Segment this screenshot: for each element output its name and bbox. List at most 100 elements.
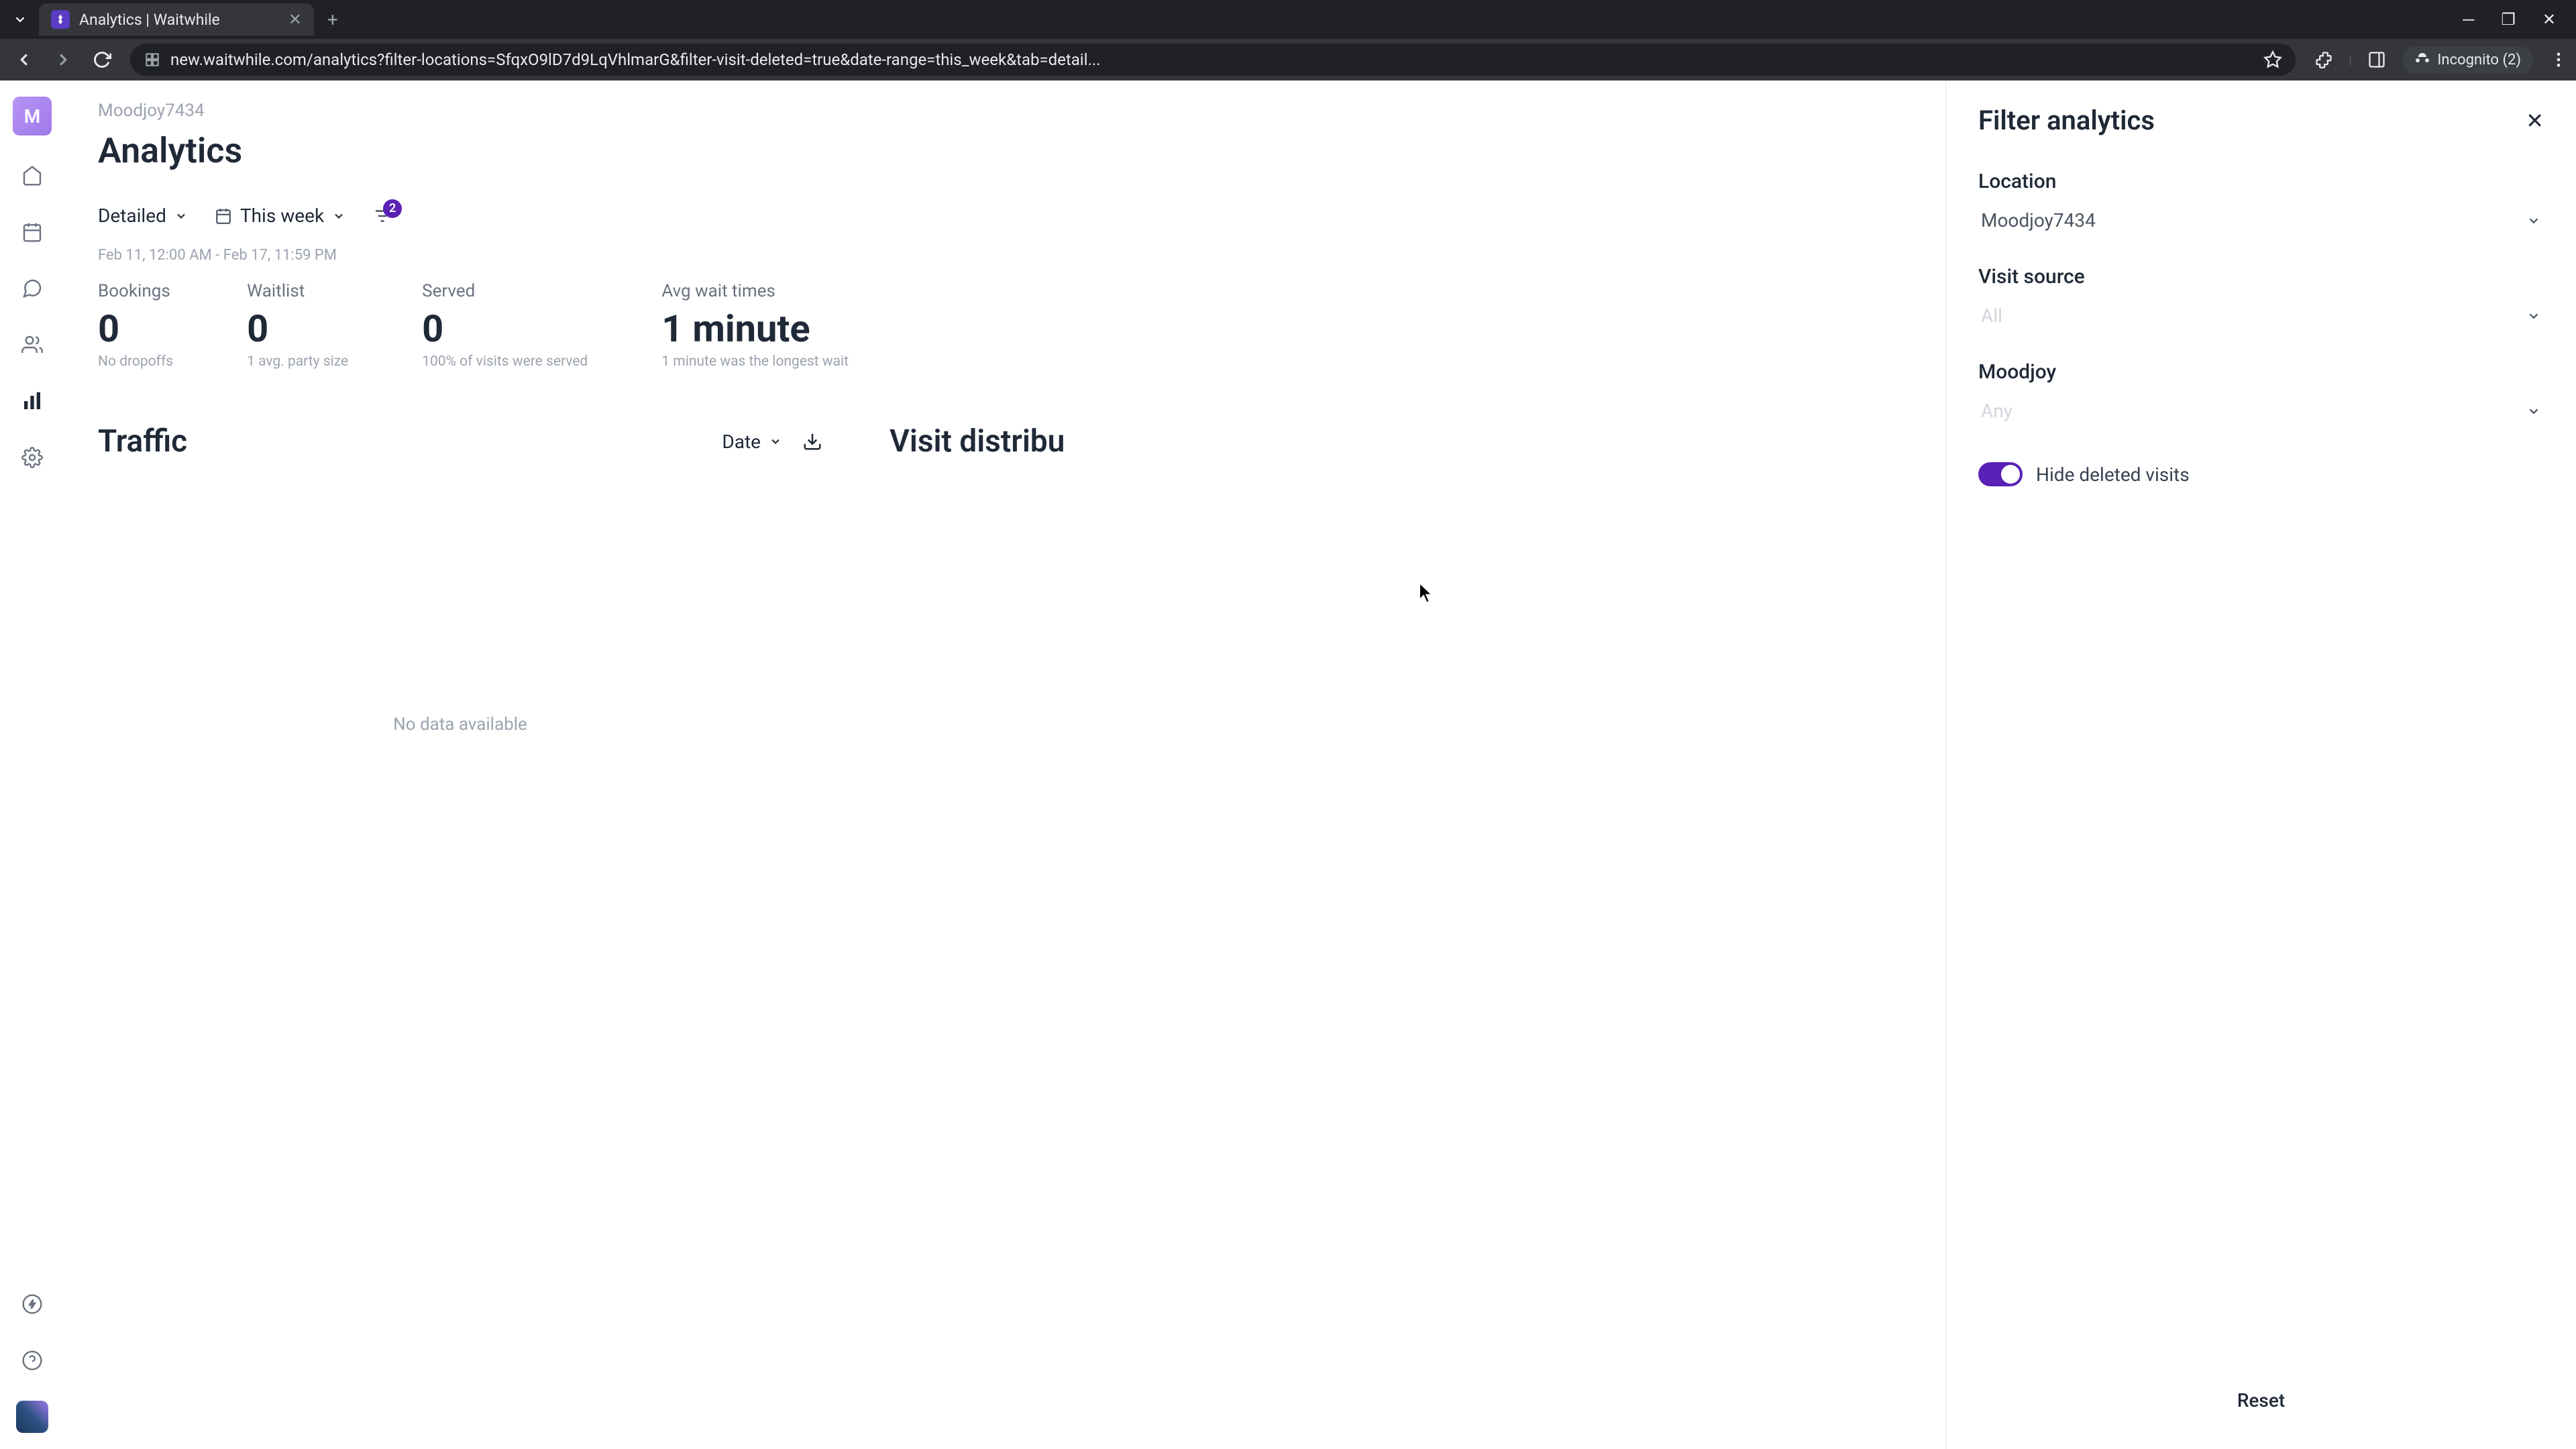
chevron-down-icon — [332, 209, 345, 223]
traffic-title: Traffic — [98, 423, 187, 460]
chevron-down-icon — [174, 209, 188, 223]
toggle-knob — [2001, 465, 2020, 484]
sidebar-home-icon[interactable] — [16, 160, 48, 192]
hide-deleted-toggle-row: Hide deleted visits — [1978, 462, 2544, 486]
stat-avg-wait: Avg wait times 1 minute 1 minute was the… — [661, 281, 849, 370]
traffic-groupby-dropdown[interactable]: Date — [722, 431, 782, 453]
stat-sub: 1 minute was the longest wait — [661, 354, 849, 370]
url-text: new.waitwhile.com/analytics?filter-locat… — [170, 50, 2254, 69]
user-avatar[interactable] — [16, 1401, 48, 1433]
browser-actions: | Incognito (2) — [2314, 46, 2569, 74]
filter-custom-select[interactable]: Any — [1978, 393, 2544, 429]
new-tab-button[interactable]: + — [327, 9, 338, 31]
traffic-groupby-label: Date — [722, 431, 761, 453]
org-logo-letter: M — [24, 105, 41, 127]
traffic-section: Traffic Date No data available — [98, 423, 822, 735]
hide-deleted-toggle[interactable] — [1978, 462, 2023, 486]
org-logo[interactable]: M — [13, 97, 52, 136]
star-icon[interactable] — [2263, 50, 2282, 69]
sidebar-messages-icon[interactable] — [16, 272, 48, 305]
tab-close-icon[interactable]: ✕ — [288, 10, 302, 29]
sidebar-settings-icon[interactable] — [16, 441, 48, 474]
forward-button[interactable] — [47, 44, 79, 76]
app: M Moodjoy7434 Analytics — [0, 80, 2576, 1449]
incognito-badge[interactable]: Incognito (2) — [2402, 46, 2533, 74]
filter-custom-group: Moodjoy Any — [1978, 360, 2544, 429]
filter-header: Filter analytics ✕ — [1978, 105, 2544, 136]
filter-close-icon[interactable]: ✕ — [2526, 108, 2544, 133]
filter-location-select[interactable]: Moodjoy7434 — [1978, 203, 2544, 238]
stat-sub: 1 avg. party size — [247, 354, 348, 370]
filter-custom-label: Moodjoy — [1978, 360, 2544, 384]
close-window-icon[interactable]: ✕ — [2542, 10, 2556, 30]
filter-title: Filter analytics — [1978, 105, 2155, 136]
site-info-icon[interactable] — [144, 51, 161, 68]
stat-served: Served 0 100% of visits were served — [422, 281, 588, 370]
reset-button[interactable]: Reset — [2237, 1389, 2285, 1411]
stat-value: 0 — [98, 307, 173, 351]
calendar-icon — [215, 207, 232, 225]
browser-chrome: Analytics | Waitwhile ✕ + ─ ❐ ✕ new.wait… — [0, 0, 2576, 80]
maximize-icon[interactable]: ❐ — [2501, 10, 2516, 30]
stat-value: 0 — [422, 307, 588, 351]
sidebar-lightning-icon[interactable] — [16, 1288, 48, 1320]
menu-icon[interactable] — [2549, 50, 2568, 69]
date-range-dropdown[interactable]: This week — [215, 205, 345, 227]
visit-distribution-section: Visit distribu — [890, 423, 1084, 460]
section-header: Traffic Date — [98, 423, 822, 460]
filter-visit-source-label: Visit source — [1978, 265, 2544, 288]
filter-location-group: Location Moodjoy7434 — [1978, 170, 2544, 238]
filter-custom-value: Any — [1981, 400, 2012, 422]
visit-dist-title: Visit distribu — [890, 423, 1084, 460]
chevron-down-icon — [2526, 404, 2541, 419]
download-icon[interactable] — [802, 431, 822, 451]
sidebar-help-icon[interactable] — [16, 1344, 48, 1377]
filter-visit-source-select[interactable]: All — [1978, 298, 2544, 333]
section-controls: Date — [722, 431, 822, 453]
stat-label: Avg wait times — [661, 281, 849, 301]
view-mode-dropdown[interactable]: Detailed — [98, 205, 188, 227]
stat-sub: 100% of visits were served — [422, 354, 588, 370]
panel-icon[interactable] — [2367, 50, 2386, 69]
filter-location-label: Location — [1978, 170, 2544, 193]
tab-favicon-icon — [51, 10, 70, 29]
filter-count-badge: 2 — [383, 199, 402, 218]
filter-visit-source-value: All — [1981, 305, 2002, 327]
tab-bar: Analytics | Waitwhile ✕ + ─ ❐ ✕ — [0, 0, 2576, 39]
chevron-down-icon — [2526, 213, 2541, 228]
sidebar-calendar-icon[interactable] — [16, 216, 48, 248]
stat-label: Waitlist — [247, 281, 348, 301]
browser-tab[interactable]: Analytics | Waitwhile ✕ — [39, 3, 314, 36]
tab-title: Analytics | Waitwhile — [79, 11, 279, 29]
stat-value: 0 — [247, 307, 348, 351]
stat-bookings: Bookings 0 No dropoffs — [98, 281, 173, 370]
reload-button[interactable] — [86, 44, 118, 76]
sidebar-users-icon[interactable] — [16, 329, 48, 361]
filter-location-value: Moodjoy7434 — [1981, 209, 2096, 231]
window-controls: ─ ❐ ✕ — [2463, 10, 2569, 30]
stat-waitlist: Waitlist 0 1 avg. party size — [247, 281, 348, 370]
back-button[interactable] — [8, 44, 40, 76]
incognito-label: Incognito (2) — [2437, 52, 2521, 68]
chevron-down-icon — [769, 435, 782, 448]
minimize-icon[interactable]: ─ — [2463, 10, 2474, 30]
hide-deleted-label: Hide deleted visits — [2036, 464, 2190, 486]
filter-visit-source-group: Visit source All — [1978, 265, 2544, 333]
stat-value: 1 minute — [661, 307, 849, 351]
stat-label: Served — [422, 281, 588, 301]
sidebar: M — [0, 80, 64, 1449]
date-range-label: This week — [240, 205, 324, 227]
chevron-down-icon — [2526, 309, 2541, 323]
filter-footer: Reset — [1978, 1376, 2544, 1425]
no-data-text: No data available — [98, 714, 822, 735]
extensions-icon[interactable] — [2314, 50, 2333, 69]
address-bar[interactable]: new.waitwhile.com/analytics?filter-locat… — [130, 44, 2296, 76]
view-mode-label: Detailed — [98, 205, 166, 227]
filter-button[interactable]: 2 — [372, 206, 392, 226]
address-bar-row: new.waitwhile.com/analytics?filter-locat… — [0, 39, 2576, 80]
sidebar-analytics-icon[interactable] — [16, 385, 48, 417]
stat-sub: No dropoffs — [98, 354, 173, 370]
tabs-dropdown-icon[interactable] — [7, 6, 34, 33]
stat-label: Bookings — [98, 281, 173, 301]
filter-panel: Filter analytics ✕ Location Moodjoy7434 … — [1945, 80, 2576, 1449]
